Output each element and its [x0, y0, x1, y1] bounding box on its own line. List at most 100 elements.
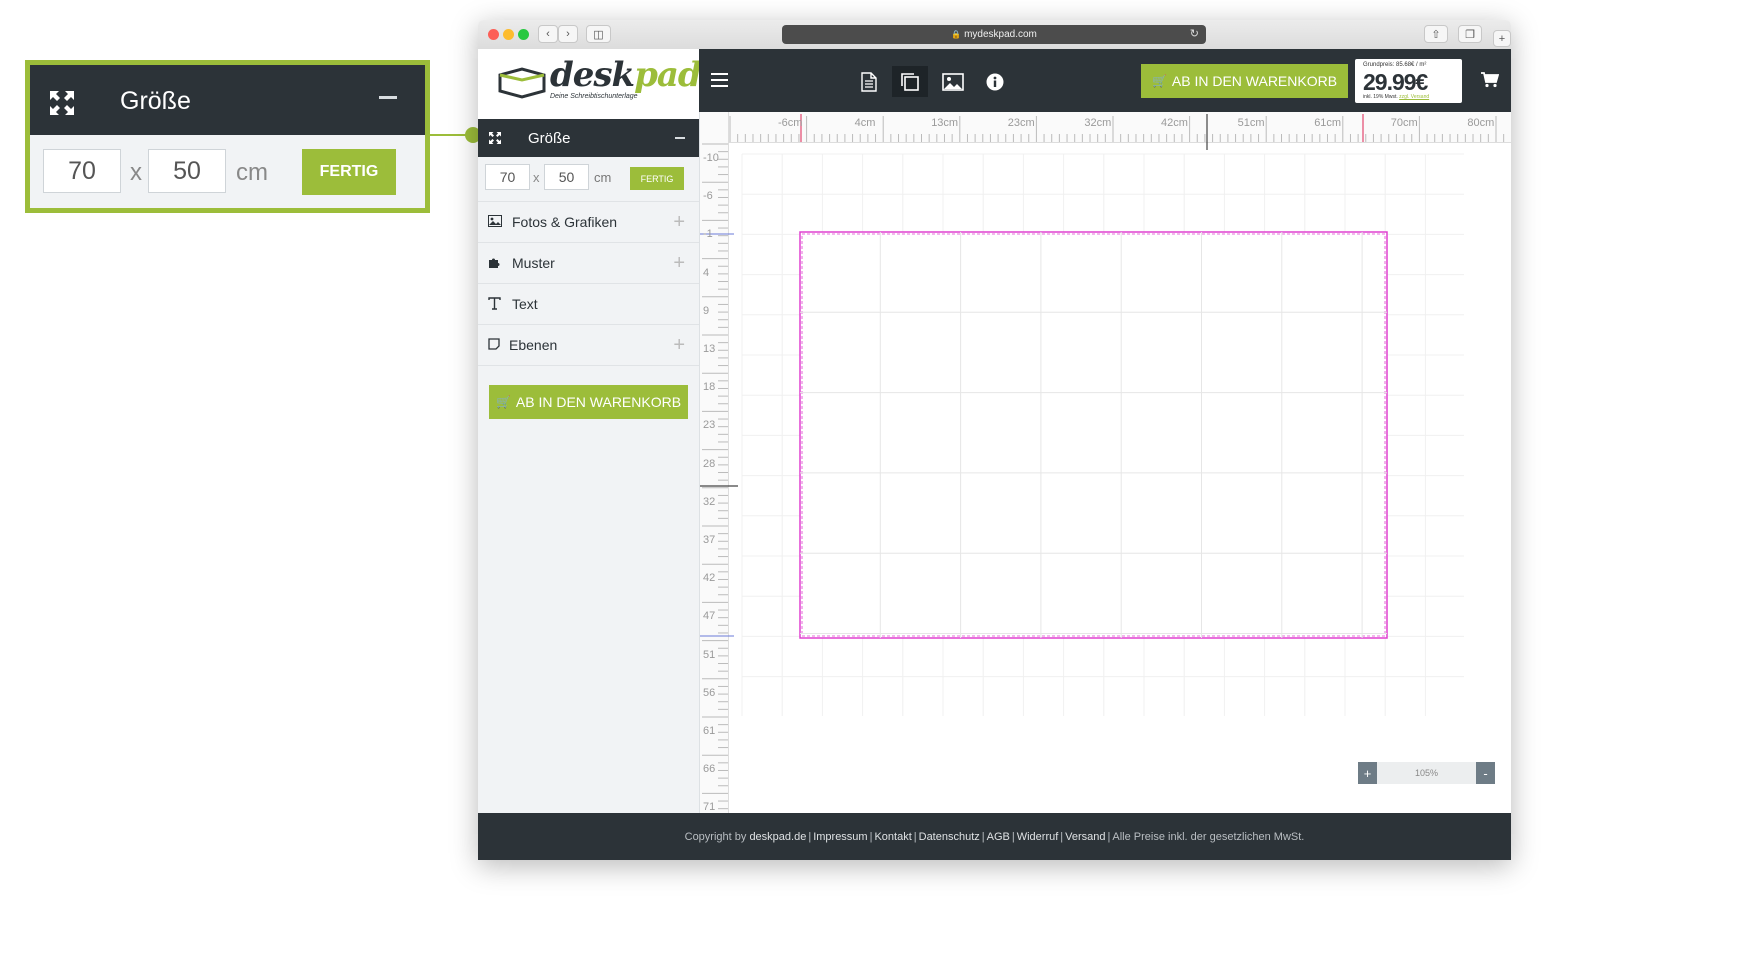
footer-link[interactable]: deskpad.de: [749, 831, 806, 843]
image-icon[interactable]: [935, 66, 971, 97]
collapse-icon[interactable]: [379, 96, 397, 99]
ruler-left-label: 71: [703, 801, 716, 814]
share-icon[interactable]: ⇧: [1424, 25, 1448, 43]
image-icon: [488, 215, 502, 227]
add-to-cart-button[interactable]: 🛒 AB IN DEN WARENKORB: [489, 385, 688, 419]
ruler-left-label: 61: [703, 725, 716, 737]
times-label: x: [130, 159, 142, 186]
maximize-window-button[interactable]: [518, 29, 529, 40]
callout-title: Größe: [120, 87, 191, 115]
ruler-top-label: 51cm: [1237, 117, 1265, 129]
canvas-drawing[interactable]: [700, 112, 1511, 813]
browser-window: ‹ › ◫ 🔒 mydeskpad.com ↻ ⇧ ❐ + deskpad De…: [478, 20, 1511, 860]
footer-link[interactable]: Impressum: [813, 831, 867, 843]
zoom-control: + 105% -: [1358, 762, 1495, 784]
ruler-left-label: 32: [703, 495, 716, 508]
address-bar[interactable]: 🔒 mydeskpad.com ↻: [782, 25, 1206, 44]
width-input[interactable]: 70: [43, 149, 121, 193]
cart-button-label: AB IN DEN WARENKORB: [515, 394, 682, 410]
expand-plus-icon[interactable]: +: [673, 252, 685, 275]
done-button[interactable]: FERTIG: [302, 149, 396, 195]
reload-icon[interactable]: ↻: [1190, 27, 1199, 40]
copy-icon[interactable]: [892, 66, 928, 97]
logo-wordmark: deskpad: [550, 55, 702, 95]
deskpad-logo-icon: [498, 67, 546, 99]
menu-icon[interactable]: [711, 73, 728, 87]
forward-icon[interactable]: ›: [558, 25, 578, 43]
shipping-link[interactable]: zzgl. Versand: [1399, 94, 1429, 100]
layers-icon: [488, 338, 500, 350]
footer-links: deskpad.de | Impressum | Kontakt | Datenschutz…: [749, 831, 1105, 843]
sidebar-item-layers[interactable]: Ebenen +: [478, 325, 699, 366]
zoom-in-button[interactable]: +: [1358, 762, 1377, 784]
footer-link[interactable]: Datenschutz: [919, 831, 980, 843]
tabs-icon[interactable]: ❐: [1458, 25, 1482, 43]
sidebar-item-text[interactable]: Text: [478, 284, 699, 325]
collapse-icon[interactable]: [675, 137, 685, 139]
editor-sidebar: deskpad Deine Schreibtischunterlage Größ…: [478, 49, 702, 813]
ruler-left-label: 47: [703, 610, 716, 623]
footer-link[interactable]: Kontakt: [874, 831, 911, 843]
ruler-left-label: 13: [703, 343, 716, 355]
footer-link[interactable]: Versand: [1065, 831, 1105, 843]
resize-icon: [50, 91, 74, 115]
height-input[interactable]: 50: [544, 164, 589, 190]
editor-toolbar: 🛒 AB IN DEN WARENKORB Grundpreis: 85.68€…: [699, 49, 1511, 112]
ruler-top-label: 32cm: [1084, 117, 1112, 129]
sidebar-item-label: Text: [512, 296, 538, 312]
resize-icon: [489, 132, 501, 144]
info-icon[interactable]: [977, 66, 1013, 97]
size-callout: Größe 70 x 50 cm FERTIG: [25, 60, 430, 213]
ruler-top-label: 61cm: [1314, 117, 1342, 129]
ruler-left-label: -1: [703, 228, 713, 241]
sidebar-toggle-icon[interactable]: ◫: [586, 25, 611, 43]
ruler-top-label: -6cm: [778, 117, 803, 129]
ruler-top-label: 13cm: [931, 117, 959, 129]
url-text: mydeskpad.com: [964, 29, 1037, 40]
lock-icon: 🔒: [951, 30, 962, 39]
ruler-left-label: 18: [703, 381, 716, 394]
logo-tagline: Deine Schreibtischunterlage: [550, 93, 638, 100]
footer-link[interactable]: Widerruf: [1017, 831, 1059, 843]
footer-suffix: Alle Preise inkl. der gesetzlichen MwSt.: [1112, 830, 1305, 843]
sidebar-item-photos[interactable]: Fotos & Grafiken +: [478, 202, 699, 243]
callout-header: Größe: [30, 65, 425, 135]
sidebar-item-label: Ebenen: [509, 337, 558, 353]
zoom-level: 105%: [1414, 768, 1439, 778]
deskpad-logo[interactable]: deskpad Deine Schreibtischunterlage: [478, 49, 702, 119]
minimize-window-button[interactable]: [503, 29, 514, 40]
ruler-top-label: 4cm: [854, 117, 876, 129]
size-section-title: Größe: [528, 130, 571, 147]
height-input[interactable]: 50: [148, 149, 226, 193]
cart-icon[interactable]: [1481, 72, 1500, 93]
unit-label: cm: [594, 170, 612, 185]
cart-button-label: AB IN DEN WARENKORB: [1171, 73, 1338, 89]
footer-sep: |: [913, 830, 917, 843]
text-icon: [488, 297, 501, 310]
new-tab-icon[interactable]: +: [1493, 30, 1511, 47]
cart-icon: 🛒: [1151, 74, 1167, 88]
add-to-cart-button-top[interactable]: 🛒 AB IN DEN WARENKORB: [1141, 64, 1348, 98]
footer-sep: |: [1011, 830, 1015, 843]
back-icon[interactable]: ‹: [538, 25, 558, 43]
ruler-left-label: 56: [703, 686, 716, 699]
expand-plus-icon[interactable]: +: [673, 334, 685, 357]
ruler-left-label: -6: [703, 190, 713, 203]
size-row: 70 x 50 cm FERTIG: [478, 157, 699, 202]
sidebar-item-pattern[interactable]: Muster +: [478, 243, 699, 284]
zoom-out-button[interactable]: -: [1476, 762, 1495, 784]
ruler-left-label: 28: [703, 457, 716, 470]
close-window-button[interactable]: [488, 29, 499, 40]
document-icon[interactable]: [851, 66, 887, 97]
cart-icon: 🛒: [495, 395, 511, 409]
done-button[interactable]: FERTIG: [630, 167, 684, 190]
width-input[interactable]: 70: [485, 164, 530, 190]
footer-link[interactable]: AGB: [987, 831, 1010, 843]
ruler-left-label: 66: [703, 763, 716, 776]
times-label: x: [533, 170, 540, 185]
size-section-header[interactable]: Größe: [478, 119, 699, 157]
ruler-top-label: 42cm: [1161, 117, 1188, 129]
page-footer: Copyright by deskpad.de | Impressum | Kontak…: [478, 813, 1511, 860]
expand-plus-icon[interactable]: +: [673, 211, 685, 234]
ruler-left-label: 23: [703, 419, 716, 432]
